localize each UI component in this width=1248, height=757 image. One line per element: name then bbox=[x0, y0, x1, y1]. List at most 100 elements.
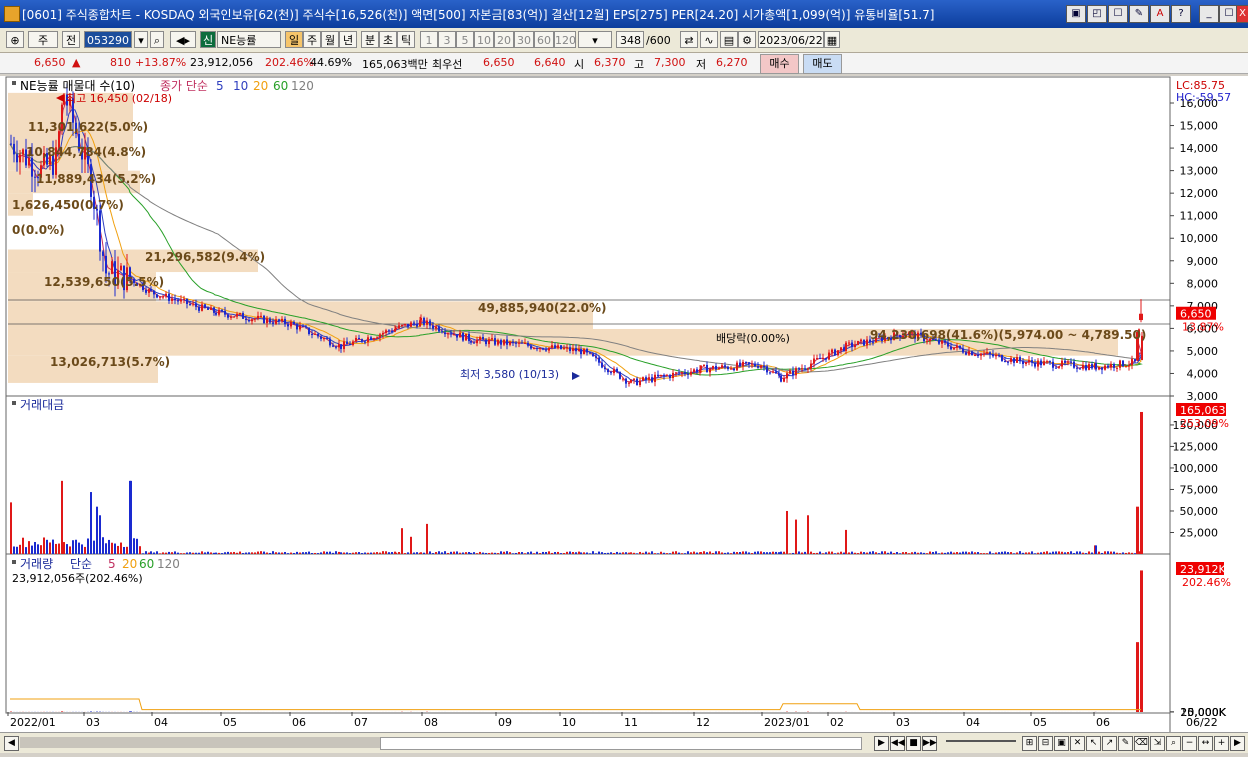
amount-bar bbox=[693, 551, 695, 554]
period-week[interactable]: 주 bbox=[303, 31, 321, 48]
settings-gear-icon[interactable]: ⚙ bbox=[738, 31, 756, 48]
zoom-slider[interactable] bbox=[946, 740, 1016, 742]
amount-bar bbox=[636, 553, 638, 554]
font-button[interactable]: A bbox=[1150, 5, 1170, 23]
interval-120[interactable]: 120 bbox=[554, 31, 576, 48]
candle-body bbox=[317, 333, 319, 337]
tool-crosshair-icon[interactable]: ⊞ bbox=[1022, 736, 1037, 751]
amount-bar bbox=[971, 551, 973, 554]
amount-bar bbox=[899, 553, 901, 554]
tool-erase-icon[interactable]: ⌫ bbox=[1134, 736, 1149, 751]
amount-bar bbox=[580, 552, 582, 554]
buy-button[interactable]: 매수 bbox=[760, 54, 799, 74]
candle-body bbox=[648, 377, 650, 380]
amount-bar bbox=[468, 552, 470, 554]
candle-body bbox=[703, 364, 705, 366]
play-icon[interactable]: ▶ bbox=[874, 736, 889, 751]
interval-60[interactable]: 60 bbox=[534, 31, 554, 48]
candle-body bbox=[462, 332, 464, 341]
close-button[interactable]: X bbox=[1236, 5, 1248, 23]
candle-body bbox=[968, 351, 970, 355]
period-year[interactable]: 년 bbox=[339, 31, 357, 48]
pin-icon[interactable]: ⊕ bbox=[6, 31, 24, 48]
date-input[interactable]: 2023/06/22 bbox=[758, 31, 824, 48]
interval-20[interactable]: 20 bbox=[494, 31, 514, 48]
save-icon[interactable]: ▤ bbox=[720, 31, 738, 48]
amount-bar bbox=[55, 543, 57, 554]
rewind-icon[interactable]: ◀◀ bbox=[890, 736, 905, 751]
sell-button[interactable]: 매도 bbox=[803, 54, 842, 74]
layout-button[interactable]: ▣ bbox=[1066, 5, 1086, 23]
hc-label: HC:-59.57 bbox=[1176, 91, 1231, 104]
minimize-button[interactable]: _ bbox=[1199, 5, 1219, 23]
link-button[interactable]: ◰ bbox=[1087, 5, 1107, 23]
x-tick-label: 04 bbox=[966, 716, 980, 729]
prev-button[interactable]: 전 bbox=[62, 31, 80, 48]
amount-bar bbox=[388, 552, 390, 554]
zoom-search-icon[interactable]: ⌕ bbox=[1166, 736, 1181, 751]
period-tick[interactable]: 틱 bbox=[397, 31, 415, 48]
interval-1[interactable]: 1 bbox=[420, 31, 438, 48]
candle-body bbox=[335, 346, 337, 348]
tool-box-icon[interactable]: ▣ bbox=[1054, 736, 1069, 751]
code-dropdown-icon[interactable]: ▾ bbox=[134, 31, 148, 48]
amount-bar bbox=[72, 540, 74, 554]
scroll-bar[interactable]: ◀ ▶ ◀◀ ■ ▶▶ ⊞ ⊟ ▣ ✕ ↖ ↗ ✎ ⌫ ⇲ ⌕ − ↔ + ▶ bbox=[0, 732, 1248, 753]
amount-bar bbox=[896, 552, 898, 554]
amount-bar bbox=[317, 553, 319, 554]
amount-bar bbox=[503, 551, 505, 554]
period-day[interactable]: 일 bbox=[285, 31, 303, 48]
interval-3[interactable]: 3 bbox=[438, 31, 456, 48]
scroll-thumb[interactable] bbox=[380, 737, 862, 750]
calendar-icon[interactable]: ▦ bbox=[824, 31, 840, 48]
amount-bar bbox=[1091, 552, 1093, 554]
tool-arrow-icon[interactable]: ↖ bbox=[1086, 736, 1101, 751]
tool-grid-icon[interactable]: ⊟ bbox=[1038, 736, 1053, 751]
sound-icon[interactable]: ◀▸ bbox=[170, 31, 196, 48]
candle-body bbox=[860, 339, 862, 341]
tool-cursor-icon[interactable]: ⇲ bbox=[1150, 736, 1165, 751]
scroll-track[interactable] bbox=[20, 737, 380, 748]
stock-chart[interactable]: 16,00015,00014,00013,00012,00011,00010,0… bbox=[0, 76, 1248, 732]
mode-select[interactable]: 주 bbox=[28, 31, 58, 48]
period-month[interactable]: 월 bbox=[321, 31, 339, 48]
candle-body bbox=[263, 315, 265, 324]
candle-body bbox=[566, 347, 568, 349]
amount-bar bbox=[1064, 552, 1066, 554]
candle-body bbox=[476, 339, 478, 344]
stock-name-field[interactable]: NE능률 bbox=[217, 31, 281, 48]
amount-bar bbox=[1004, 551, 1006, 554]
compare-icon[interactable]: ⇄ bbox=[680, 31, 698, 48]
stop-icon[interactable]: ■ bbox=[906, 736, 921, 751]
stock-code-input[interactable]: 053290 bbox=[84, 31, 132, 48]
minus-icon[interactable]: − bbox=[1182, 736, 1197, 751]
volume-summary: 23,912,056주(202.46%) bbox=[12, 572, 143, 585]
period-minute[interactable]: 분 bbox=[361, 31, 379, 48]
tool-line-icon[interactable]: ✕ bbox=[1070, 736, 1085, 751]
plus-icon[interactable]: + bbox=[1214, 736, 1229, 751]
indicator-icon[interactable]: ∿ bbox=[700, 31, 718, 48]
tool-trend-icon[interactable]: ↗ bbox=[1102, 736, 1117, 751]
tool-pen-icon[interactable]: ✎ bbox=[1118, 736, 1133, 751]
amount-bar bbox=[87, 538, 89, 554]
fast-forward-icon[interactable]: ▶▶ bbox=[922, 736, 937, 751]
interval-10[interactable]: 10 bbox=[474, 31, 494, 48]
data-count-input[interactable]: 348 bbox=[616, 31, 644, 48]
amount-bar bbox=[592, 551, 594, 554]
scroll-right-icon[interactable]: ▶ bbox=[1230, 736, 1245, 751]
edit-button[interactable]: ✎ bbox=[1129, 5, 1149, 23]
amount-bar bbox=[189, 552, 191, 554]
fit-icon[interactable]: ↔ bbox=[1198, 736, 1213, 751]
amount-bar bbox=[266, 552, 268, 554]
candle-body bbox=[162, 296, 164, 298]
interval-30[interactable]: 30 bbox=[514, 31, 534, 48]
interval-5[interactable]: 5 bbox=[456, 31, 474, 48]
window-button[interactable]: ☐ bbox=[1108, 5, 1128, 23]
candle-body bbox=[819, 358, 821, 360]
search-icon[interactable]: ⌕ bbox=[150, 31, 164, 48]
amount-bar bbox=[242, 553, 244, 554]
scroll-left-icon[interactable]: ◀ bbox=[4, 736, 19, 751]
period-second[interactable]: 초 bbox=[379, 31, 397, 48]
interval-custom-select[interactable]: ▾ bbox=[578, 31, 612, 48]
help-button[interactable]: ? bbox=[1171, 5, 1191, 23]
